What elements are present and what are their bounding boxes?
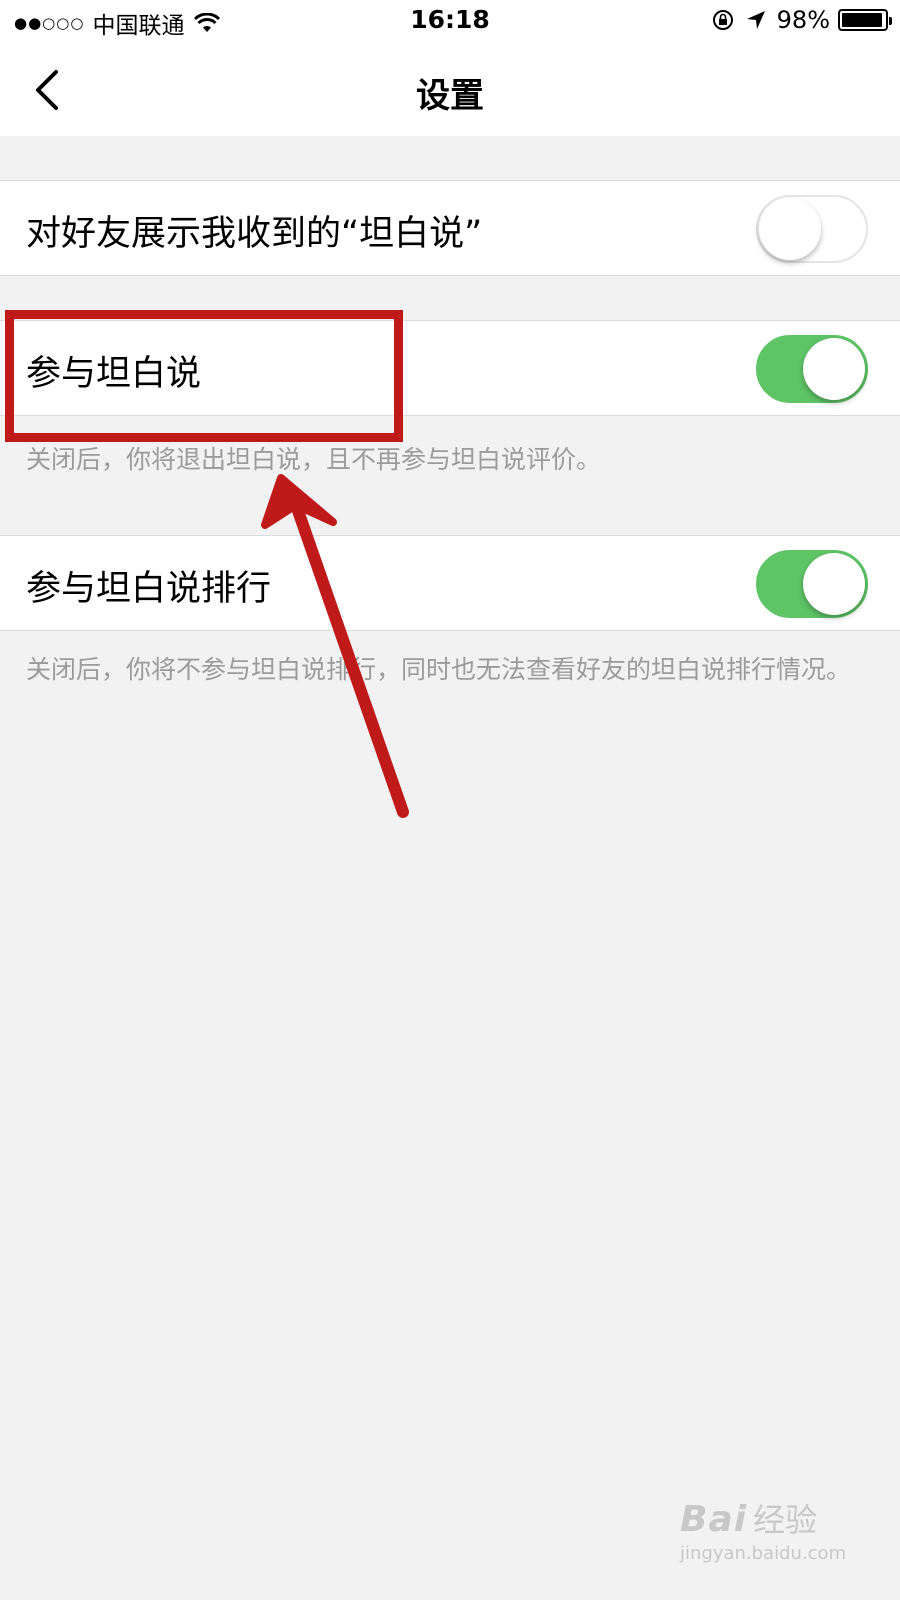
annotation-arrow-icon: [261, 474, 409, 818]
watermark-url: jingyan.baidu.com: [680, 1543, 847, 1564]
watermark-brand-suffix: 经验: [753, 1501, 818, 1539]
watermark: Bai 经验 jingyan.baidu.com: [680, 1495, 880, 1585]
watermark-brand: Bai: [680, 1499, 748, 1540]
